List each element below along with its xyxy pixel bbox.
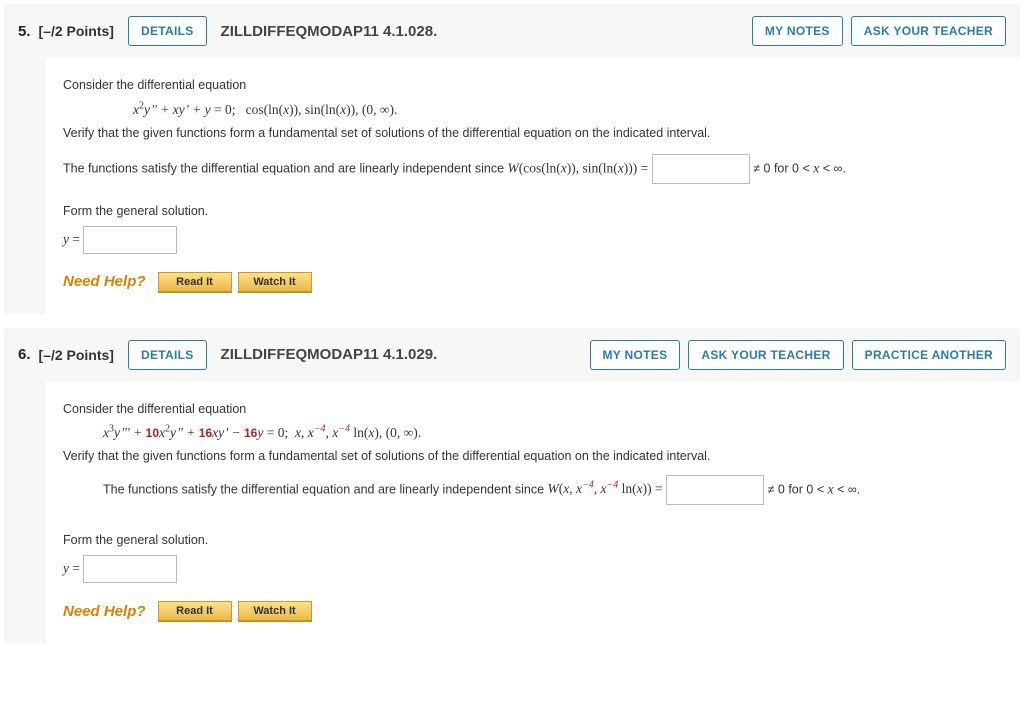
watch-it-button[interactable]: Watch It [238,272,312,292]
details-button[interactable]: DETAILS [128,16,207,46]
general-solution-input-5[interactable] [83,226,177,254]
neq-text: ≠ 0 for 0 < [753,161,813,175]
lt-inf: < ∞. [819,161,846,175]
question-header: 6. [–/2 Points] DETAILS ZILLDIFFEQMODAP1… [4,328,1020,382]
satisfy-pre: The functions satisfy the differential e… [63,161,508,175]
ask-teacher-button[interactable]: ASK YOUR TEACHER [688,340,843,370]
need-help-row: Need Help? Read It Watch It [63,272,1002,292]
my-notes-button[interactable]: MY NOTES [590,340,681,370]
read-it-button[interactable]: Read It [158,272,232,292]
equation-5: x2y '' + xy ' + y = 0; cos(ln(x)), sin(l… [63,100,1002,118]
textbook-ref: ZILLDIFFEQMODAP11 4.1.029. [221,346,438,363]
verify-text: Verify that the given functions form a f… [63,449,1002,463]
y-equals-5: y = [63,226,1002,254]
practice-another-button[interactable]: PRACTICE ANOTHER [852,340,1006,370]
question-number: 5. [18,23,31,40]
question-body: Consider the differential equation x2y '… [44,58,1020,314]
question-header: 5. [–/2 Points] DETAILS ZILLDIFFEQMODAP1… [4,4,1020,58]
need-help-label: Need Help? [63,273,146,290]
question-points: [–/2 Points] [39,347,114,363]
equation-6: x3y ''' + 10x2y '' + 16xy ' − 16y = 0; x… [63,424,1002,442]
question-5: 5. [–/2 Points] DETAILS ZILLDIFFEQMODAP1… [4,4,1020,314]
satisfy-pre: The functions satisfy the differential e… [103,482,548,496]
ask-teacher-button[interactable]: ASK YOUR TEACHER [851,16,1006,46]
watch-it-button[interactable]: Watch It [238,601,312,621]
y-equals-6: y = [63,555,1002,583]
question-body: Consider the differential equation x3y '… [44,382,1020,644]
question-6: 6. [–/2 Points] DETAILS ZILLDIFFEQMODAP1… [4,328,1020,644]
read-it-button[interactable]: Read It [158,601,232,621]
wronskian-line-5: The functions satisfy the differential e… [63,154,1002,184]
form-text: Form the general solution. [63,204,1002,218]
question-points: [–/2 Points] [39,23,114,39]
lt-inf: < ∞. [834,482,861,496]
wronskian-input-6[interactable] [666,475,764,505]
wronskian-line-6: The functions satisfy the differential e… [63,475,1002,505]
general-solution-input-6[interactable] [83,555,177,583]
neq-text: ≠ 0 for 0 < [768,482,828,496]
need-help-row: Need Help? Read It Watch It [63,601,1002,621]
details-button[interactable]: DETAILS [128,340,207,370]
wronskian-input-5[interactable] [652,154,750,184]
question-number: 6. [18,346,31,363]
form-text: Form the general solution. [63,533,1002,547]
consider-text: Consider the differential equation [63,402,1002,416]
my-notes-button[interactable]: MY NOTES [752,16,843,46]
consider-text: Consider the differential equation [63,78,1002,92]
textbook-ref: ZILLDIFFEQMODAP11 4.1.028. [221,23,438,40]
need-help-label: Need Help? [63,603,146,620]
verify-text: Verify that the given functions form a f… [63,126,1002,140]
